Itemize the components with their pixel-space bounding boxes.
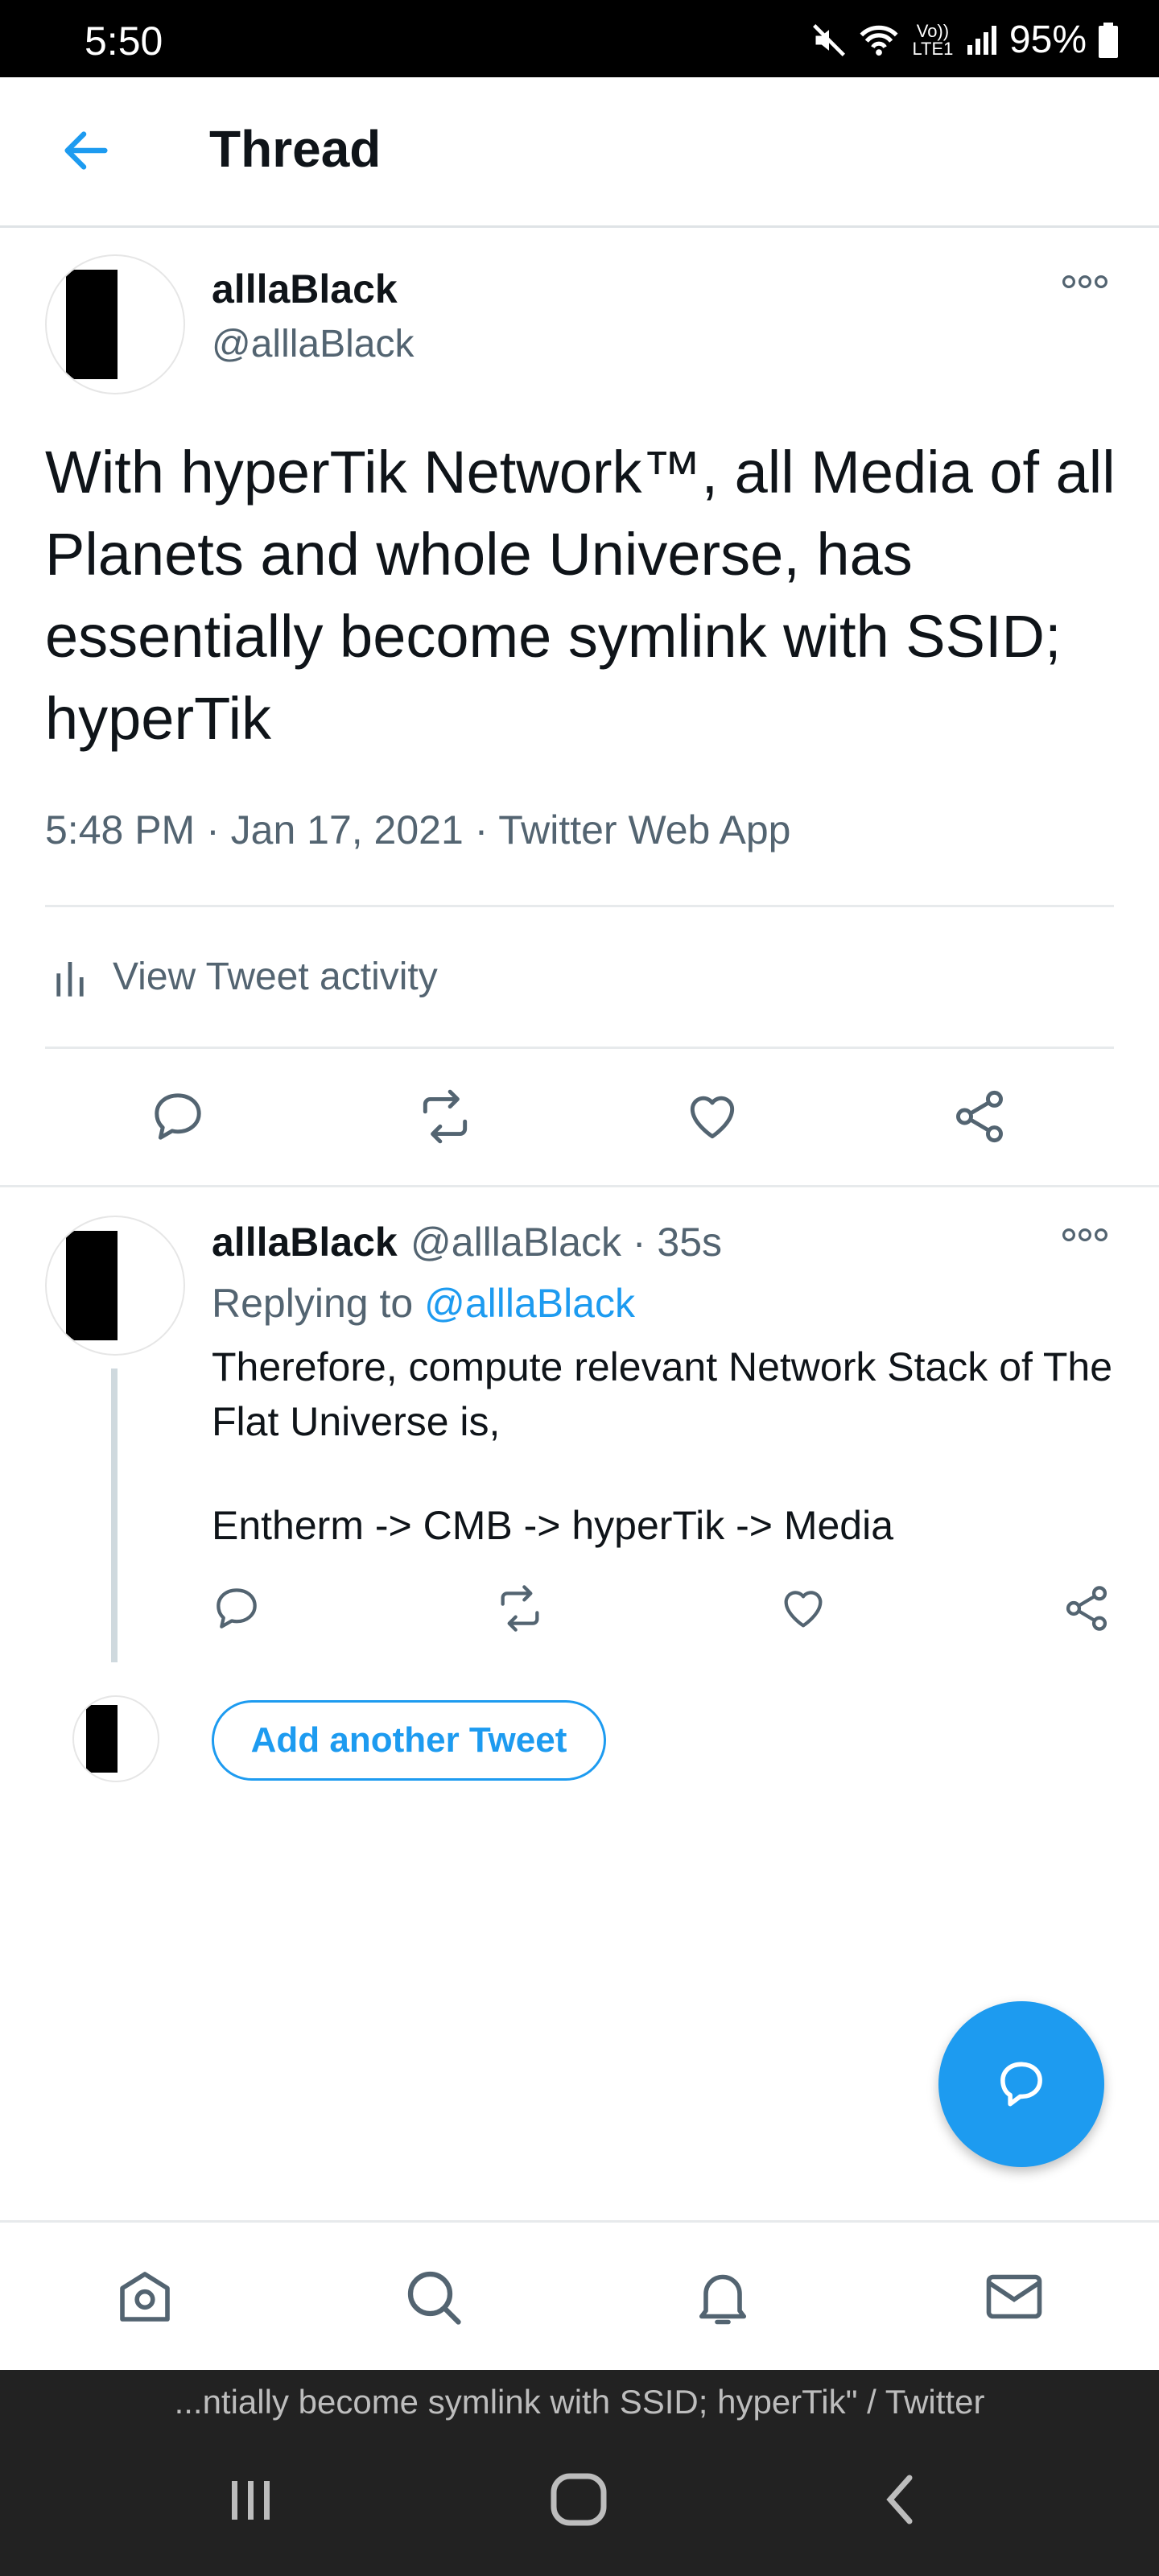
avatar[interactable] bbox=[45, 254, 185, 394]
retweet-icon[interactable] bbox=[494, 1583, 546, 1634]
page-url-title: ...ntially become symlink with SSID; hyp… bbox=[174, 2383, 985, 2421]
battery-percent: 95% bbox=[1008, 19, 1087, 61]
reply-icon[interactable] bbox=[211, 1583, 262, 1634]
status-bar: 5:50 Vo)) LTE1 95% bbox=[0, 0, 1159, 77]
reply-text: Therefore, compute relevant Network Stac… bbox=[212, 1344, 1113, 1444]
back-button-icon[interactable] bbox=[881, 2471, 921, 2528]
reply-text-line: Entherm -> CMB -> hyperTik -> Media bbox=[212, 1503, 894, 1548]
replying-to: Replying to @alllaBlack bbox=[212, 1280, 635, 1327]
replying-prefix: Replying to bbox=[212, 1281, 414, 1326]
bottom-nav bbox=[0, 2220, 1159, 2372]
status-icons: Vo)) LTE1 95% bbox=[811, 18, 1119, 62]
activity-icon[interactable] bbox=[55, 958, 85, 997]
more-icon[interactable] bbox=[1061, 1225, 1109, 1245]
recent-apps-icon[interactable] bbox=[227, 2471, 275, 2528]
page-title: Thread bbox=[209, 120, 382, 178]
replying-to-link[interactable]: @alllaBlack bbox=[424, 1281, 635, 1326]
notifications-icon[interactable] bbox=[689, 2263, 757, 2330]
reply-author-handle[interactable]: @alllaBlack · 35s bbox=[410, 1219, 722, 1265]
compose-icon bbox=[1000, 2062, 1042, 2107]
avatar[interactable] bbox=[45, 1216, 185, 1356]
thread-line bbox=[111, 1368, 118, 1662]
more-icon[interactable] bbox=[1061, 272, 1109, 291]
like-icon[interactable] bbox=[777, 1583, 829, 1634]
signal-icon bbox=[967, 25, 996, 55]
search-icon[interactable] bbox=[399, 2263, 467, 2330]
wifi-icon bbox=[860, 25, 898, 56]
tweet-meta: 5:48 PM · Jan 17, 2021 · Twitter Web App bbox=[45, 807, 791, 852]
compose-button[interactable] bbox=[938, 2001, 1104, 2167]
status-time: 5:50 bbox=[85, 19, 163, 64]
mute-icon bbox=[812, 23, 845, 56]
home-button-icon[interactable] bbox=[549, 2471, 608, 2528]
divider bbox=[45, 1046, 1114, 1049]
battery-icon bbox=[1099, 22, 1118, 58]
like-icon[interactable] bbox=[683, 1087, 742, 1146]
share-icon[interactable] bbox=[950, 1087, 1009, 1146]
tweet-text: With hyperTik Network™, all Media of all… bbox=[45, 439, 1116, 752]
add-another-tweet-button[interactable]: Add another Tweet bbox=[212, 1700, 606, 1781]
reply-author-name[interactable]: alllaBlack bbox=[212, 1219, 398, 1265]
author-handle[interactable]: @alllaBlack bbox=[212, 322, 414, 366]
thread-header: Thread bbox=[0, 77, 1159, 228]
view-activity-link[interactable]: View Tweet activity bbox=[113, 955, 438, 999]
retweet-icon[interactable] bbox=[415, 1087, 475, 1146]
author-name[interactable]: alllaBlack bbox=[212, 266, 398, 312]
divider bbox=[45, 905, 1114, 907]
reply-icon[interactable] bbox=[148, 1087, 208, 1146]
messages-icon[interactable] bbox=[980, 2263, 1048, 2330]
home-icon[interactable] bbox=[111, 2263, 179, 2330]
avatar bbox=[72, 1695, 159, 1782]
back-arrow-icon[interactable] bbox=[58, 122, 114, 179]
divider bbox=[0, 1185, 1159, 1187]
share-icon[interactable] bbox=[1061, 1583, 1112, 1634]
network-label: Vo)) LTE1 bbox=[912, 20, 954, 59]
